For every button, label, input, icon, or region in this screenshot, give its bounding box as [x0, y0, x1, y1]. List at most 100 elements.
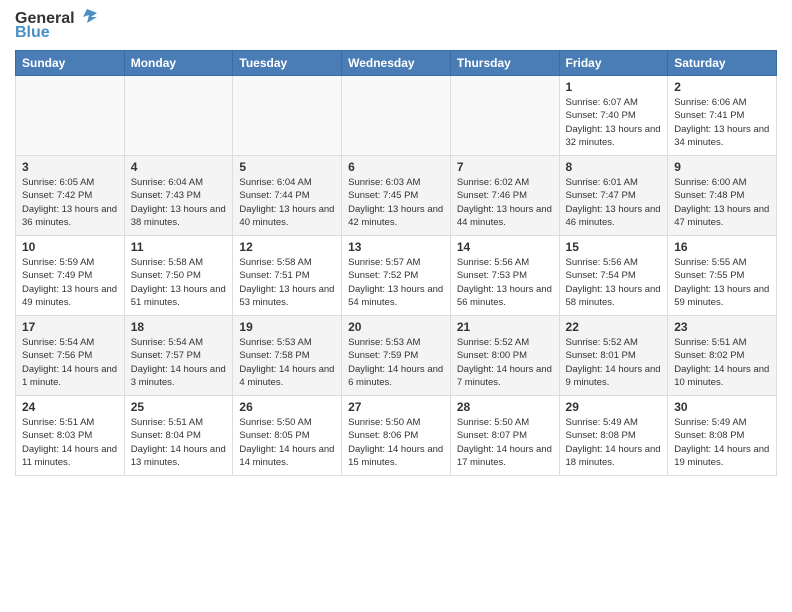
- day-info: Sunrise: 5:54 AMSunset: 7:56 PMDaylight:…: [22, 336, 118, 389]
- day-info: Sunrise: 5:57 AMSunset: 7:52 PMDaylight:…: [348, 256, 444, 309]
- weekday-header-saturday: Saturday: [668, 51, 777, 76]
- day-cell-8: 8Sunrise: 6:01 AMSunset: 7:47 PMDaylight…: [559, 156, 668, 236]
- day-info: Sunrise: 6:05 AMSunset: 7:42 PMDaylight:…: [22, 176, 118, 229]
- day-number: 7: [457, 160, 553, 174]
- logo-bird-icon: [77, 7, 97, 27]
- day-info: Sunrise: 5:53 AMSunset: 7:58 PMDaylight:…: [239, 336, 335, 389]
- weekday-header-monday: Monday: [124, 51, 233, 76]
- weekday-header-row: SundayMondayTuesdayWednesdayThursdayFrid…: [16, 51, 777, 76]
- day-cell-19: 19 Sunrise: 5:53 AMSunset: 7:58 PMDayligh…: [233, 316, 342, 396]
- day-cell-23: 23 Sunrise: 5:51 AMSunset: 8:02 PMDayligh…: [668, 316, 777, 396]
- day-cell-20: 20 Sunrise: 5:53 AMSunset: 7:59 PMDayligh…: [342, 316, 451, 396]
- day-number: 4: [131, 160, 227, 174]
- day-info: Sunrise: 5:49 AMSunset: 8:08 PMDaylight:…: [674, 416, 770, 469]
- day-info: Sunrise: 5:50 AMSunset: 8:06 PMDaylight:…: [348, 416, 444, 469]
- week-row-5: 24 Sunrise: 5:51 AMSunset: 8:03 PMDayligh…: [16, 396, 777, 476]
- day-cell-5: 5 Sunrise: 6:04 AMSunset: 7:44 PMDaylight…: [233, 156, 342, 236]
- day-info: Sunrise: 5:51 AMSunset: 8:04 PMDaylight:…: [131, 416, 227, 469]
- day-number: 11: [131, 240, 227, 254]
- week-row-4: 17 Sunrise: 5:54 AMSunset: 7:56 PMDayligh…: [16, 316, 777, 396]
- day-number: 3: [22, 160, 118, 174]
- logo-blue: Blue: [15, 24, 50, 42]
- calendar-table: SundayMondayTuesdayWednesdayThursdayFrid…: [15, 50, 777, 476]
- day-cell-21: 21Sunrise: 5:52 AMSunset: 8:00 PMDayligh…: [450, 316, 559, 396]
- day-number: 14: [457, 240, 553, 254]
- day-cell-7: 7 Sunrise: 6:02 AMSunset: 7:46 PMDaylight…: [450, 156, 559, 236]
- day-number: 28: [457, 400, 553, 414]
- empty-cell: [16, 76, 125, 156]
- day-cell-16: 16 Sunrise: 5:55 AMSunset: 7:55 PMDayligh…: [668, 236, 777, 316]
- day-cell-15: 15 Sunrise: 5:56 AMSunset: 7:54 PMDayligh…: [559, 236, 668, 316]
- day-info: Sunrise: 5:56 AMSunset: 7:53 PMDaylight:…: [457, 256, 553, 309]
- day-cell-29: 29 Sunrise: 5:49 AMSunset: 8:08 PMDayligh…: [559, 396, 668, 476]
- day-info: Sunrise: 5:50 AMSunset: 8:07 PMDaylight:…: [457, 416, 553, 469]
- day-cell-22: 22 Sunrise: 5:52 AMSunset: 8:01 PMDayligh…: [559, 316, 668, 396]
- weekday-header-thursday: Thursday: [450, 51, 559, 76]
- day-info: Sunrise: 6:00 AMSunset: 7:48 PMDaylight:…: [674, 176, 770, 229]
- weekday-header-wednesday: Wednesday: [342, 51, 451, 76]
- day-number: 13: [348, 240, 444, 254]
- day-number: 17: [22, 320, 118, 334]
- day-info: Sunrise: 5:55 AMSunset: 7:55 PMDaylight:…: [674, 256, 770, 309]
- day-cell-2: 2Sunrise: 6:06 AMSunset: 7:41 PMDaylight…: [668, 76, 777, 156]
- empty-cell: [233, 76, 342, 156]
- day-cell-4: 4 Sunrise: 6:04 AMSunset: 7:43 PMDaylight…: [124, 156, 233, 236]
- week-row-2: 3 Sunrise: 6:05 AMSunset: 7:42 PMDaylight…: [16, 156, 777, 236]
- day-number: 18: [131, 320, 227, 334]
- day-cell-11: 11 Sunrise: 5:58 AMSunset: 7:50 PMDayligh…: [124, 236, 233, 316]
- day-number: 15: [566, 240, 662, 254]
- day-info: Sunrise: 6:04 AMSunset: 7:44 PMDaylight:…: [239, 176, 335, 229]
- day-cell-18: 18 Sunrise: 5:54 AMSunset: 7:57 PMDayligh…: [124, 316, 233, 396]
- day-info: Sunrise: 6:02 AMSunset: 7:46 PMDaylight:…: [457, 176, 553, 229]
- weekday-header-tuesday: Tuesday: [233, 51, 342, 76]
- week-row-3: 10 Sunrise: 5:59 AMSunset: 7:49 PMDayligh…: [16, 236, 777, 316]
- day-number: 12: [239, 240, 335, 254]
- day-info: Sunrise: 5:51 AMSunset: 8:02 PMDaylight:…: [674, 336, 770, 389]
- day-cell-10: 10 Sunrise: 5:59 AMSunset: 7:49 PMDayligh…: [16, 236, 125, 316]
- day-number: 19: [239, 320, 335, 334]
- day-info: Sunrise: 6:03 AMSunset: 7:45 PMDaylight:…: [348, 176, 444, 229]
- empty-cell: [124, 76, 233, 156]
- day-number: 21: [457, 320, 553, 334]
- day-number: 6: [348, 160, 444, 174]
- day-number: 27: [348, 400, 444, 414]
- day-cell-17: 17 Sunrise: 5:54 AMSunset: 7:56 PMDayligh…: [16, 316, 125, 396]
- day-number: 2: [674, 80, 770, 94]
- weekday-header-sunday: Sunday: [16, 51, 125, 76]
- day-info: Sunrise: 6:04 AMSunset: 7:43 PMDaylight:…: [131, 176, 227, 229]
- day-number: 25: [131, 400, 227, 414]
- day-cell-13: 13 Sunrise: 5:57 AMSunset: 7:52 PMDayligh…: [342, 236, 451, 316]
- day-info: Sunrise: 5:56 AMSunset: 7:54 PMDaylight:…: [566, 256, 662, 309]
- day-info: Sunrise: 5:58 AMSunset: 7:51 PMDaylight:…: [239, 256, 335, 309]
- day-number: 22: [566, 320, 662, 334]
- day-info: Sunrise: 6:07 AMSunset: 7:40 PMDaylight:…: [566, 96, 662, 149]
- day-number: 10: [22, 240, 118, 254]
- day-number: 5: [239, 160, 335, 174]
- day-info: Sunrise: 5:58 AMSunset: 7:50 PMDaylight:…: [131, 256, 227, 309]
- empty-cell: [450, 76, 559, 156]
- day-cell-27: 27 Sunrise: 5:50 AMSunset: 8:06 PMDayligh…: [342, 396, 451, 476]
- day-number: 1: [566, 80, 662, 94]
- day-number: 29: [566, 400, 662, 414]
- day-info: Sunrise: 5:52 AMSunset: 8:01 PMDaylight:…: [566, 336, 662, 389]
- day-number: 8: [566, 160, 662, 174]
- day-number: 9: [674, 160, 770, 174]
- day-number: 20: [348, 320, 444, 334]
- week-row-1: 1 Sunrise: 6:07 AMSunset: 7:40 PMDaylight…: [16, 76, 777, 156]
- day-info: Sunrise: 5:50 AMSunset: 8:05 PMDaylight:…: [239, 416, 335, 469]
- day-info: Sunrise: 5:53 AMSunset: 7:59 PMDaylight:…: [348, 336, 444, 389]
- day-number: 23: [674, 320, 770, 334]
- logo: General Blue: [15, 10, 97, 42]
- weekday-header-friday: Friday: [559, 51, 668, 76]
- day-info: Sunrise: 5:49 AMSunset: 8:08 PMDaylight:…: [566, 416, 662, 469]
- day-info: Sunrise: 5:54 AMSunset: 7:57 PMDaylight:…: [131, 336, 227, 389]
- day-cell-24: 24 Sunrise: 5:51 AMSunset: 8:03 PMDayligh…: [16, 396, 125, 476]
- day-info: Sunrise: 5:51 AMSunset: 8:03 PMDaylight:…: [22, 416, 118, 469]
- day-info: Sunrise: 5:59 AMSunset: 7:49 PMDaylight:…: [22, 256, 118, 309]
- day-number: 16: [674, 240, 770, 254]
- day-number: 24: [22, 400, 118, 414]
- day-cell-12: 12 Sunrise: 5:58 AMSunset: 7:51 PMDayligh…: [233, 236, 342, 316]
- day-cell-1: 1 Sunrise: 6:07 AMSunset: 7:40 PMDaylight…: [559, 76, 668, 156]
- day-number: 30: [674, 400, 770, 414]
- day-cell-28: 28 Sunrise: 5:50 AMSunset: 8:07 PMDayligh…: [450, 396, 559, 476]
